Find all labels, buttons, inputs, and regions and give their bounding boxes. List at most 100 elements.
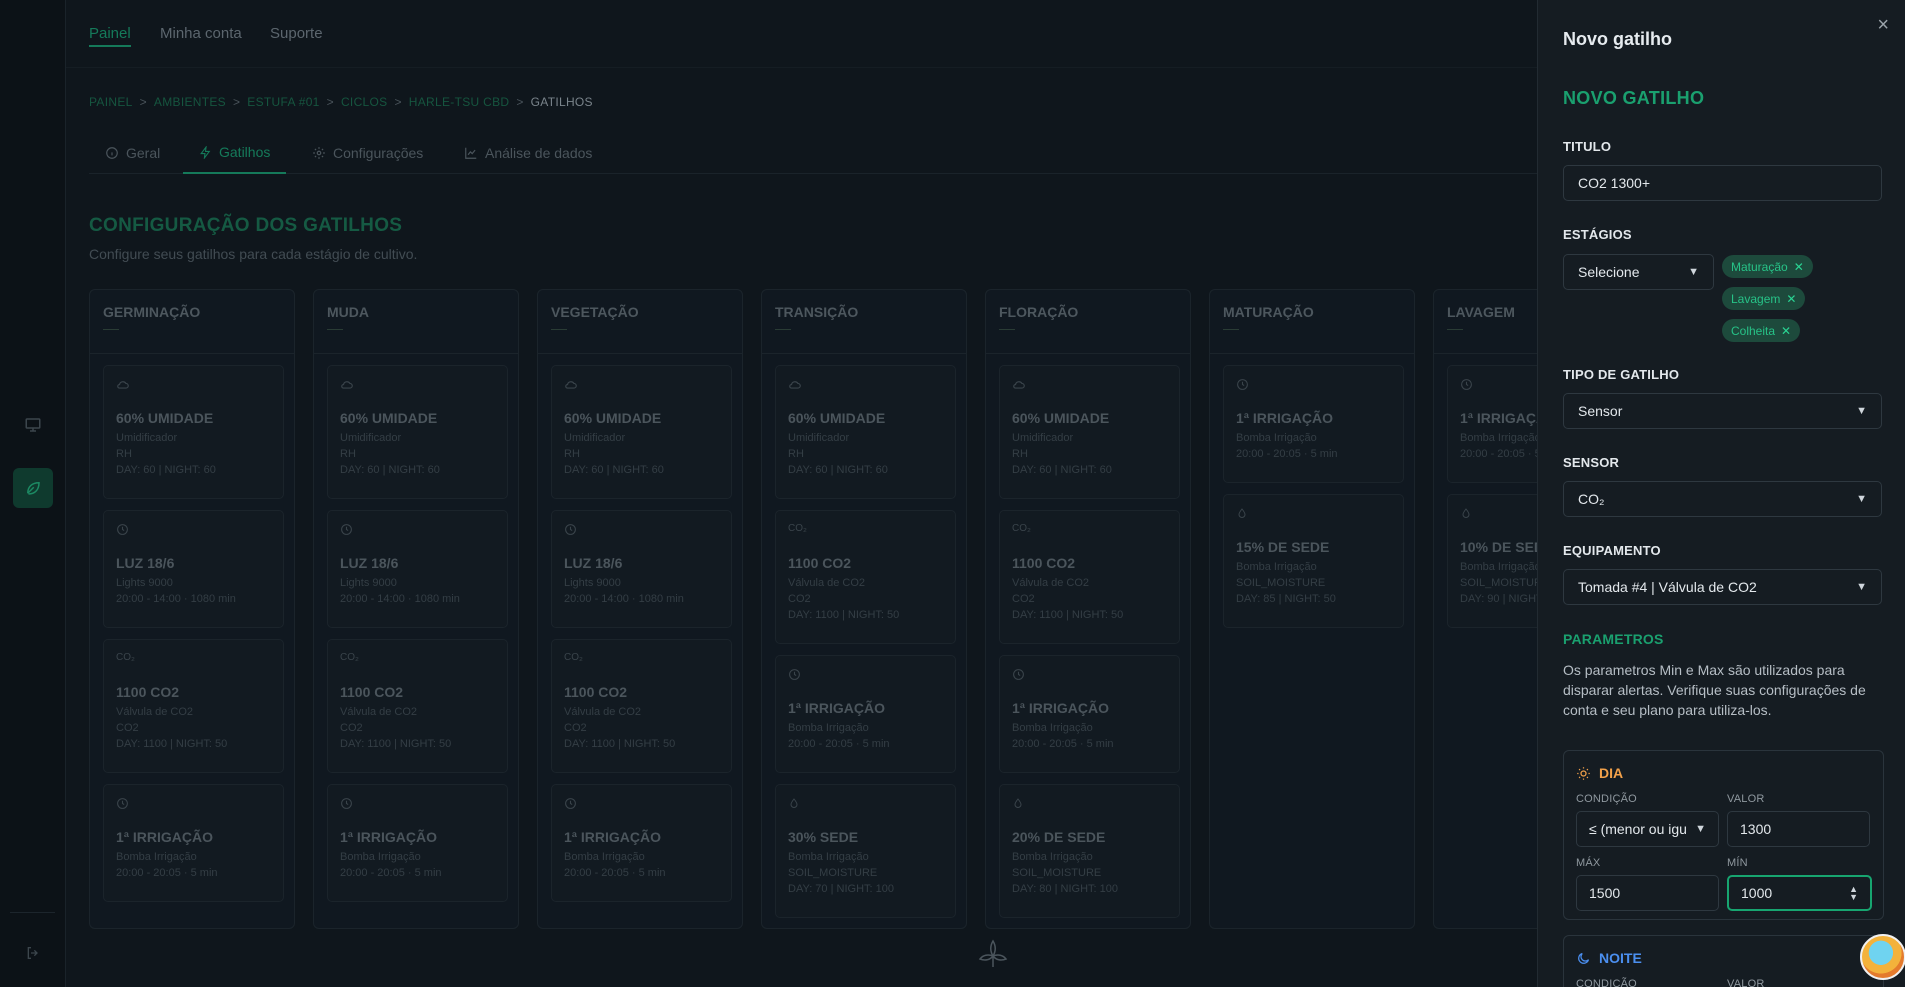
sensor-select[interactable]: CO₂ ▼ bbox=[1563, 481, 1882, 517]
trigger-card[interactable]: 60% UMIDADE Umidificador RH DAY: 60 | NIGHT… bbox=[327, 365, 508, 499]
trigger-card[interactable]: 1ª IRRIGAÇÃO Bomba Irrigação 20:00 - 20:05… bbox=[551, 784, 732, 902]
trigger-card[interactable]: 1ª IRRIGAÇÃO Bomba Irrigação 20:00 - 20:05… bbox=[103, 784, 284, 902]
nav-suporte[interactable]: Suporte bbox=[270, 25, 323, 42]
nav-painel[interactable]: Painel bbox=[89, 25, 131, 47]
nav-minha-conta[interactable]: Minha conta bbox=[160, 25, 242, 42]
column-title: FLORAÇÃO bbox=[999, 304, 1079, 320]
trigger-detail-line: Válvula de CO2 bbox=[788, 577, 866, 589]
dia-max-label: MÁX bbox=[1576, 857, 1601, 869]
trigger-card[interactable]: LUZ 18/6 Lights 9000 20:00 - 14:00 · 1080 … bbox=[551, 510, 732, 628]
breadcrumb-item[interactable]: AMBIENTES bbox=[154, 95, 226, 109]
trigger-title: LUZ 18/6 bbox=[340, 555, 399, 571]
trigger-card[interactable]: CO₂ 1100 CO2 Válvula de CO2 CO2 DAY: 1100 | … bbox=[775, 510, 956, 644]
bolt-icon bbox=[200, 145, 211, 159]
column-title: MUDA bbox=[327, 304, 369, 320]
gear-icon bbox=[313, 147, 325, 159]
sun-icon bbox=[1577, 766, 1590, 780]
dia-min-input[interactable]: 1000 ▲ ▼ bbox=[1727, 875, 1872, 911]
trigger-card[interactable]: 60% UMIDADE Umidificador RH DAY: 60 | NIGHT… bbox=[775, 365, 956, 499]
remove-chip-icon[interactable]: ✕ bbox=[1786, 292, 1796, 306]
tab-gatilhos[interactable]: Gatilhos bbox=[183, 132, 287, 174]
trigger-title: 20% DE SEDE bbox=[1012, 829, 1106, 845]
noite-valor-label: VALOR bbox=[1727, 978, 1765, 987]
close-icon[interactable]: × bbox=[1877, 14, 1889, 37]
clock-icon bbox=[564, 523, 719, 539]
trigger-detail-line: 20:00 - 14:00 · 1080 min bbox=[564, 593, 684, 605]
breadcrumb-current: GATILHOS bbox=[530, 95, 593, 109]
dia-condicao-label: CONDIÇÃO bbox=[1576, 793, 1637, 805]
trigger-card[interactable]: 15% DE SEDE Bomba Irrigação SOIL_MOISTURE D… bbox=[1223, 494, 1404, 628]
dia-max-input[interactable]: 1500 bbox=[1576, 875, 1719, 911]
trigger-card[interactable]: LUZ 18/6 Lights 9000 20:00 - 14:00 · 1080 … bbox=[103, 510, 284, 628]
cloud-icon bbox=[116, 378, 271, 394]
trigger-title: 1ª IRRIGAÇÃO bbox=[1012, 700, 1109, 716]
tab-geral[interactable]: Geral bbox=[105, 132, 160, 174]
chip-colheita: Colheita ✕ bbox=[1722, 319, 1801, 342]
dia-valor-input[interactable]: 1300 bbox=[1727, 811, 1870, 847]
dia-condicao-select[interactable]: ≤ (menor ou igu ▼ bbox=[1576, 811, 1719, 847]
clock-icon bbox=[1012, 668, 1167, 684]
tipo-select[interactable]: Sensor ▼ bbox=[1563, 393, 1882, 429]
trigger-detail-line: 20:00 - 14:00 · 1080 min bbox=[116, 593, 236, 605]
chevron-down-icon: ▼ bbox=[1856, 581, 1867, 593]
trigger-card[interactable]: 30% SEDE Bomba Irrigação SOIL_MOISTURE DAY:… bbox=[775, 784, 956, 918]
section-subtitle: Configure seus gatilhos para cada estági… bbox=[89, 246, 418, 262]
breadcrumb-item[interactable]: HARLE-TSU CBD bbox=[409, 95, 510, 109]
column-underline bbox=[999, 329, 1015, 330]
trigger-details: Bomba Irrigação SOIL_MOISTURE DAY: 85 | NI… bbox=[1236, 559, 1391, 607]
column-underline bbox=[775, 329, 791, 330]
cloud-icon bbox=[788, 378, 943, 394]
trigger-card[interactable]: 60% UMIDADE Umidificador RH DAY: 60 | NIGHT… bbox=[551, 365, 732, 499]
trigger-card[interactable]: LUZ 18/6 Lights 9000 20:00 - 14:00 · 1080 … bbox=[327, 510, 508, 628]
tab-label: Análise de dados bbox=[485, 145, 593, 161]
trigger-card[interactable]: 1ª IRRIGAÇÃO Bomba Irrigação 20:00 - 20:05… bbox=[1223, 365, 1404, 483]
trigger-card[interactable]: 1ª IRRIGAÇÃO Bomba Irrigação 20:00 - 20:05… bbox=[999, 655, 1180, 773]
tab-configuracoes[interactable]: Configurações bbox=[312, 132, 423, 174]
tab-label: Geral bbox=[126, 145, 161, 161]
dia-label: DIA bbox=[1599, 765, 1624, 781]
trigger-card[interactable]: CO₂ 1100 CO2 Válvula de CO2 CO2 DAY: 1100 | … bbox=[327, 639, 508, 773]
trigger-details: Bomba Irrigação 20:00 - 20:05 · 5 min bbox=[1236, 430, 1391, 462]
trigger-details: Umidificador RH DAY: 60 | NIGHT: 60 bbox=[1012, 430, 1167, 478]
brand-logo bbox=[976, 937, 1010, 976]
trigger-detail-line: DAY: 70 | NIGHT: 100 bbox=[788, 883, 894, 895]
trigger-detail-line: CO2 bbox=[788, 593, 811, 605]
avatar[interactable] bbox=[1860, 934, 1905, 980]
equipamento-select[interactable]: Tomada #4 | Válvula de CO2 ▼ bbox=[1563, 569, 1882, 605]
trigger-title: 1100 CO2 bbox=[116, 684, 180, 700]
trigger-card[interactable]: 60% UMIDADE Umidificador RH DAY: 60 | NIGHT… bbox=[103, 365, 284, 499]
dia-min-value: 1000 bbox=[1741, 885, 1773, 901]
estagios-select[interactable]: Selecione ▼ bbox=[1563, 254, 1714, 290]
trigger-detail-line: Bomba Irrigação bbox=[1236, 432, 1317, 444]
remove-chip-icon[interactable]: ✕ bbox=[1781, 324, 1791, 338]
tipo-label: TIPO DE GATILHO bbox=[1563, 367, 1680, 382]
column-header: MATURAÇÃO bbox=[1210, 290, 1414, 354]
trigger-card[interactable]: CO₂ 1100 CO2 Válvula de CO2 CO2 DAY: 1100 | … bbox=[103, 639, 284, 773]
trigger-card[interactable]: 60% UMIDADE Umidificador RH DAY: 60 | NIGHT… bbox=[999, 365, 1180, 499]
tab-analise[interactable]: Análise de dados bbox=[464, 132, 592, 174]
logout-icon[interactable] bbox=[13, 933, 53, 973]
trigger-details: Lights 9000 20:00 - 14:00 · 1080 min bbox=[340, 575, 495, 607]
leaf-icon[interactable] bbox=[13, 468, 53, 508]
breadcrumb-item[interactable]: PAINEL bbox=[89, 95, 133, 109]
tab-bar: Geral Gatilhos Configurações Análise de … bbox=[89, 132, 1539, 174]
trigger-details: Lights 9000 20:00 - 14:00 · 1080 min bbox=[116, 575, 271, 607]
breadcrumb-item[interactable]: CICLOS bbox=[341, 95, 387, 109]
remove-chip-icon[interactable]: ✕ bbox=[1794, 260, 1804, 274]
monitor-icon[interactable] bbox=[13, 405, 53, 445]
stepper-icon[interactable]: ▲ ▼ bbox=[1849, 885, 1858, 902]
breadcrumb-item[interactable]: ESTUFA #01 bbox=[247, 95, 319, 109]
titulo-input[interactable]: CO2 1300+ bbox=[1563, 165, 1882, 201]
chevron-down-icon: ▼ bbox=[1856, 405, 1867, 417]
trigger-card[interactable]: 1ª IRRIGAÇÃO Bomba Irrigação 20:00 - 20:05… bbox=[327, 784, 508, 902]
trigger-title: LUZ 18/6 bbox=[564, 555, 623, 571]
trigger-title: 1100 CO2 bbox=[340, 684, 404, 700]
trigger-detail-line: Bomba Irrigação bbox=[1012, 851, 1093, 863]
trigger-card[interactable]: CO₂ 1100 CO2 Válvula de CO2 CO2 DAY: 1100 | … bbox=[999, 510, 1180, 644]
trigger-card[interactable]: 1ª IRRIGAÇÃO Bomba Irrigação 20:00 - 20:05… bbox=[775, 655, 956, 773]
trigger-card[interactable]: CO₂ 1100 CO2 Válvula de CO2 CO2 DAY: 1100 | … bbox=[551, 639, 732, 773]
trigger-detail-line: Lights 9000 bbox=[116, 577, 173, 589]
trigger-detail-line: 20:00 - 14:00 · 1080 min bbox=[340, 593, 460, 605]
trigger-details: Válvula de CO2 CO2 DAY: 1100 | NIGHT: 50 bbox=[788, 575, 943, 623]
trigger-card[interactable]: 20% DE SEDE Bomba Irrigação SOIL_MOISTURE D… bbox=[999, 784, 1180, 918]
